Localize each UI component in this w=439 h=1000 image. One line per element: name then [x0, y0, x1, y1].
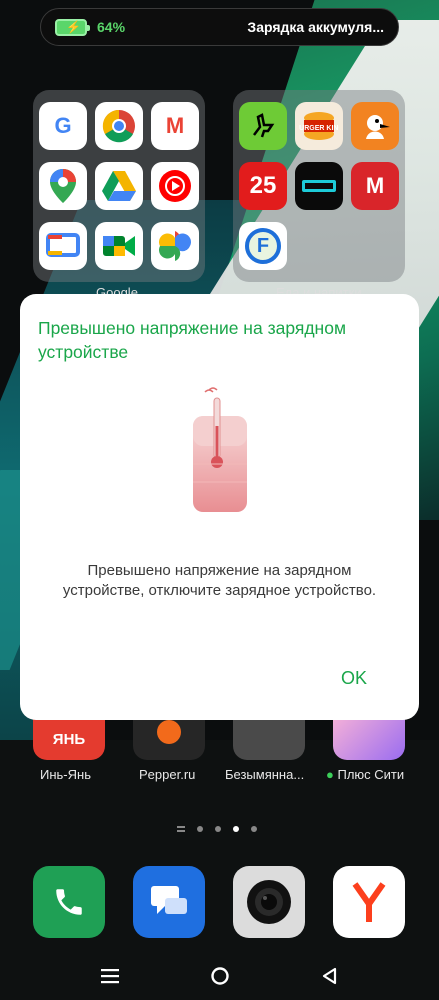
- back-triangle-icon: [322, 967, 337, 985]
- page-dot: [250, 825, 257, 832]
- drive-icon[interactable]: [95, 162, 143, 210]
- battery-icon: ⚡: [55, 18, 90, 36]
- camera-icon[interactable]: [233, 866, 305, 938]
- burger-king-icon[interactable]: BURGER KING: [295, 102, 343, 150]
- chrome-icon[interactable]: [95, 102, 143, 150]
- dialog-message: Превышено напряжение на зарядном устройс…: [62, 562, 377, 599]
- page-dot-active: [232, 825, 239, 832]
- app-label-yin-yang: Инь-Янь: [40, 767, 91, 782]
- google-icon[interactable]: G: [39, 102, 87, 150]
- youtube-music-icon[interactable]: [151, 162, 199, 210]
- plus-city-app-icon[interactable]: [333, 718, 405, 760]
- page-dot: [214, 825, 221, 832]
- yin-yang-icon-text: ЯНЬ: [52, 730, 86, 748]
- app-label-plus-city-row: ● Плюс Сити: [326, 767, 404, 782]
- page-dot: [196, 825, 203, 832]
- ostrich-app-icon[interactable]: [239, 102, 287, 150]
- feed-handle-icon: [176, 825, 185, 832]
- pepper-app-icon[interactable]: [133, 718, 205, 760]
- back-button[interactable]: [315, 964, 345, 988]
- home-button[interactable]: [205, 964, 235, 988]
- ok-button[interactable]: OK: [341, 668, 367, 689]
- folder-google[interactable]: G M: [33, 90, 205, 282]
- app-label-plus-city: Плюс Сити: [337, 767, 405, 782]
- menu-lines-icon: [101, 969, 119, 984]
- overvoltage-dialog: Превышено напряжение на зарядном устройс…: [20, 294, 419, 720]
- phone-icon[interactable]: [33, 866, 105, 938]
- app-label-pepper: Pepper.ru: [139, 767, 196, 782]
- meet-icon[interactable]: [95, 222, 143, 270]
- overheated-charger-illustration-icon: [193, 387, 247, 512]
- cyan-bar-app-icon[interactable]: [295, 162, 343, 210]
- battery-percent: 64%: [97, 19, 126, 35]
- f-app-icon[interactable]: F: [239, 222, 287, 270]
- svg-text:BURGER KING: BURGER KING: [299, 125, 339, 132]
- recent-apps-button[interactable]: [95, 964, 125, 988]
- duck-app-icon[interactable]: [351, 102, 399, 150]
- gmail-icon[interactable]: M: [151, 102, 199, 150]
- home-circle-icon: [211, 967, 229, 985]
- yin-yang-app-icon[interactable]: ЯНЬ: [33, 718, 105, 760]
- new-app-dot-icon: ●: [326, 767, 334, 782]
- 25-app-icon[interactable]: 25: [239, 162, 287, 210]
- charging-notification-text: Зарядка аккумуля...: [247, 19, 384, 35]
- untitled-folder-icon[interactable]: [233, 718, 305, 760]
- yandex-icon[interactable]: [333, 866, 405, 938]
- page-indicator[interactable]: [0, 820, 439, 838]
- app-label-untitled: Безымянна...: [225, 767, 305, 782]
- magnit-icon[interactable]: М: [351, 162, 399, 210]
- charging-status-pill[interactable]: ⚡ 64% Зарядка аккумуля...: [40, 8, 399, 46]
- navigation-bar: [0, 960, 439, 992]
- dialog-title: Превышено напряжение на зарядном устройс…: [38, 318, 346, 362]
- photos-icon[interactable]: [151, 222, 199, 270]
- messages-icon[interactable]: [133, 866, 205, 938]
- google-tv-icon[interactable]: [39, 222, 87, 270]
- folder-food[interactable]: BURGER KING 25 М F: [233, 90, 405, 282]
- maps-icon[interactable]: [39, 162, 87, 210]
